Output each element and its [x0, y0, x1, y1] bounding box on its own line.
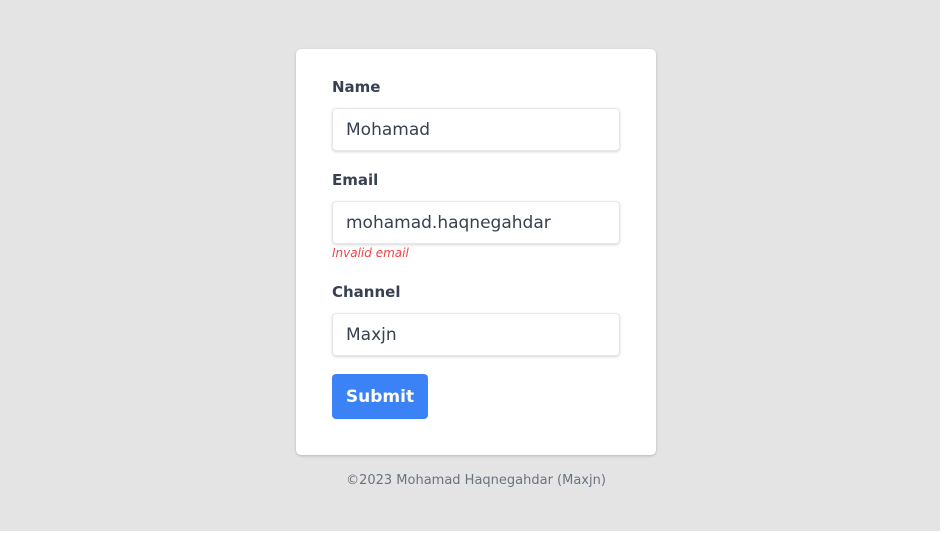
- channel-label: Channel: [332, 283, 401, 301]
- name-input[interactable]: [332, 108, 620, 151]
- email-error-message: Invalid email: [332, 246, 409, 260]
- email-label: Email: [332, 171, 379, 189]
- page-background: Name Email Invalid email Channel Submit …: [0, 0, 940, 531]
- name-label: Name: [332, 78, 381, 96]
- channel-input[interactable]: [332, 313, 620, 356]
- email-input[interactable]: [332, 201, 620, 244]
- signup-form: Name Email Invalid email Channel Submit: [296, 49, 656, 455]
- submit-button[interactable]: Submit: [332, 374, 428, 419]
- copyright-footer: ©2023 Mohamad Haqnegahdar (Maxjn): [346, 473, 606, 488]
